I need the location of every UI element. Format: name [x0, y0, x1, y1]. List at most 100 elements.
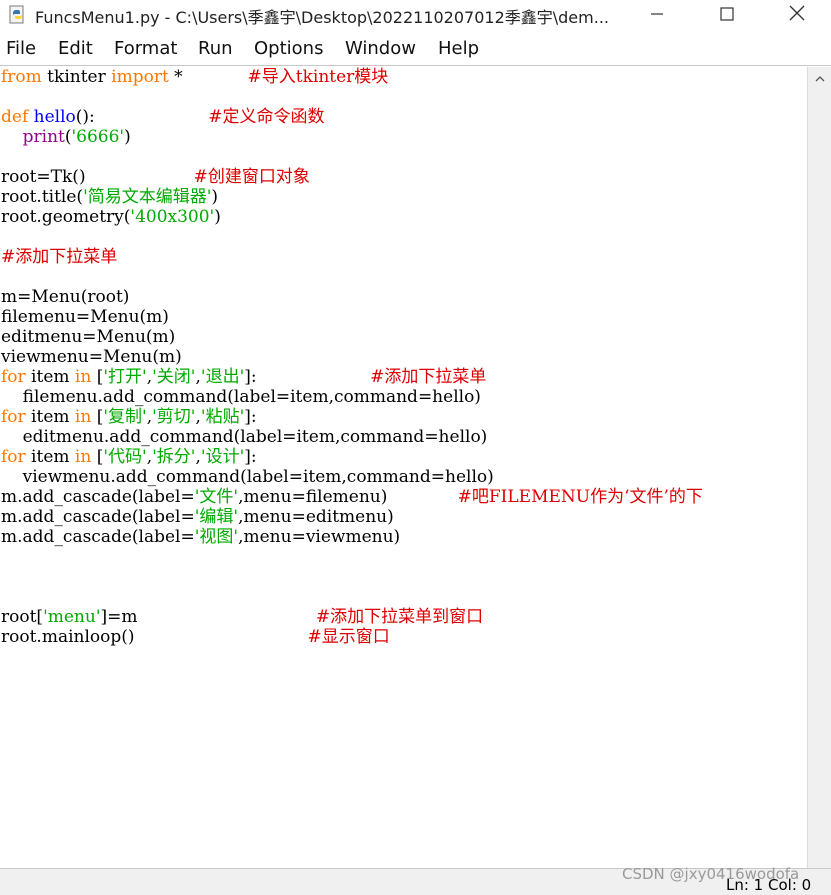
code-token: '退出'	[200, 367, 245, 387]
code-token: '拆分'	[152, 447, 196, 467]
code-line[interactable]: def hello(): #定义命令函数	[1, 107, 325, 127]
code-line[interactable]: for item in ['代码','拆分','设计']:	[1, 447, 257, 467]
code-token: in	[74, 447, 92, 467]
code-line[interactable]: editmenu.add_command(label=item,command=…	[1, 427, 488, 447]
code-token: ,menu=filemenu)	[238, 487, 458, 507]
code-line[interactable]: for item in ['打开','关闭','退出']: #添加下拉菜单	[1, 367, 486, 387]
minimize-button[interactable]	[634, 0, 680, 30]
maximize-button[interactable]	[704, 0, 750, 30]
code-token: )	[211, 187, 219, 207]
code-line[interactable]: root.title('简易文本编辑器')	[1, 187, 218, 207]
code-line[interactable]: print('6666')	[1, 127, 131, 147]
code-line[interactable]: for item in ['复制','剪切','粘贴']:	[1, 407, 257, 427]
scroll-up-button[interactable]	[808, 67, 831, 87]
code-token: root.mainloop()	[1, 627, 308, 647]
code-token: item	[25, 407, 75, 427]
code-line[interactable]: filemenu=Menu(m)	[1, 307, 169, 327]
code-token: filemenu=Menu(m)	[1, 307, 169, 327]
code-token: '关闭'	[152, 367, 196, 387]
menu-help[interactable]: Help	[438, 38, 479, 59]
code-token: viewmenu.add_command(label=item,command=…	[1, 467, 494, 487]
code-token: from	[1, 67, 42, 87]
code-token: #添加下拉菜单	[370, 367, 487, 387]
menu-window[interactable]: Window	[345, 38, 416, 59]
code-token: m=Menu(root)	[1, 287, 130, 307]
code-token: ]=m	[100, 607, 316, 627]
code-token: [	[91, 407, 104, 427]
code-token: m.add_cascade(label=	[1, 487, 195, 507]
code-token: ,menu=viewmenu)	[238, 527, 401, 547]
code-line[interactable]: viewmenu.add_command(label=item,command=…	[1, 467, 494, 487]
code-line[interactable]: filemenu.add_command(label=item,command=…	[1, 387, 481, 407]
code-token: root.geometry(	[1, 207, 131, 227]
menu-file[interactable]: File	[6, 38, 36, 59]
code-line[interactable]: m.add_cascade(label='视图',menu=viewmenu)	[1, 527, 400, 547]
code-token: #导入tkinter模块	[247, 67, 389, 87]
code-line[interactable]: m.add_cascade(label='文件',menu=filemenu) …	[1, 487, 703, 507]
code-token: ]:	[244, 407, 257, 427]
code-token: #添加下拉菜单	[1, 247, 118, 267]
code-token: root.title(	[1, 187, 84, 207]
maximize-icon	[720, 6, 734, 25]
code-token: in	[74, 407, 92, 427]
code-token: 'menu'	[43, 607, 101, 627]
code-token: [	[91, 447, 104, 467]
code-line[interactable]: from tkinter import * #导入tkinter模块	[1, 67, 388, 87]
code-token: ():	[75, 107, 209, 127]
code-token: *	[168, 67, 248, 87]
idle-editor-window: FuncsMenu1.py - C:\Users\季鑫宇\Desktop\202…	[0, 0, 831, 895]
code-token: editmenu=Menu(m)	[1, 327, 176, 347]
menu-edit[interactable]: Edit	[58, 38, 93, 59]
code-token: ]:	[244, 447, 257, 467]
code-token: root[	[1, 607, 44, 627]
code-token: '代码'	[103, 447, 147, 467]
code-token: item	[25, 367, 75, 387]
code-token: #吧FILEMENU作为‘文件’的下	[457, 487, 703, 507]
vertical-scrollbar[interactable]	[807, 67, 831, 868]
code-token: '简易文本编辑器'	[83, 187, 212, 207]
code-line[interactable]: root.geometry('400x300')	[1, 207, 221, 227]
code-line[interactable]: editmenu=Menu(m)	[1, 327, 175, 347]
code-token: m.add_cascade(label=	[1, 527, 195, 547]
code-token: #创建窗口对象	[193, 167, 310, 187]
code-token: '设计'	[200, 447, 245, 467]
code-token: for	[1, 407, 26, 427]
code-token: for	[1, 447, 26, 467]
code-token: '文件'	[194, 487, 239, 507]
code-token: #添加下拉菜单到窗口	[315, 607, 484, 627]
menu-format[interactable]: Format	[114, 38, 177, 59]
code-token: item	[25, 447, 75, 467]
code-token: filemenu.add_command(label=item,command=…	[1, 387, 481, 407]
menu-run[interactable]: Run	[198, 38, 233, 59]
code-token: for	[1, 367, 26, 387]
code-line[interactable]: root['menu']=m #添加下拉菜单到窗口	[1, 607, 483, 627]
window-title: FuncsMenu1.py - C:\Users\季鑫宇\Desktop\202…	[35, 8, 609, 27]
code-token: #定义命令函数	[208, 107, 325, 127]
code-token: )	[124, 127, 131, 147]
code-token: hello	[33, 107, 76, 127]
code-token: '400x300'	[130, 207, 215, 227]
code-token: import	[111, 67, 169, 87]
code-token: '6666'	[71, 127, 125, 147]
code-token: '编辑'	[194, 507, 239, 527]
code-token: editmenu.add_command(label=item,command=…	[1, 427, 488, 447]
code-line[interactable]: root=Tk() #创建窗口对象	[1, 167, 310, 187]
code-line[interactable]: m.add_cascade(label='编辑',menu=editmenu)	[1, 507, 394, 527]
code-line[interactable]: viewmenu=Menu(m)	[1, 347, 182, 367]
close-button[interactable]	[774, 0, 820, 30]
code-token: )	[214, 207, 221, 227]
code-token: '粘贴'	[200, 407, 245, 427]
code-line[interactable]: root.mainloop() #显示窗口	[1, 627, 390, 647]
menu-bar: File Edit Format Run Options Window Help	[0, 35, 831, 63]
code-token: root=Tk()	[1, 167, 194, 187]
code-token: print	[22, 127, 65, 147]
code-token: '打开'	[103, 367, 147, 387]
code-editor[interactable]: from tkinter import * #导入tkinter模块 def he…	[0, 67, 807, 867]
code-line[interactable]: #添加下拉菜单	[1, 247, 117, 267]
python-idle-icon	[8, 5, 28, 25]
code-line[interactable]: m=Menu(root)	[1, 287, 129, 307]
title-bar[interactable]: FuncsMenu1.py - C:\Users\季鑫宇\Desktop\202…	[0, 0, 831, 30]
code-token: '复制'	[103, 407, 147, 427]
menu-options[interactable]: Options	[254, 38, 323, 59]
